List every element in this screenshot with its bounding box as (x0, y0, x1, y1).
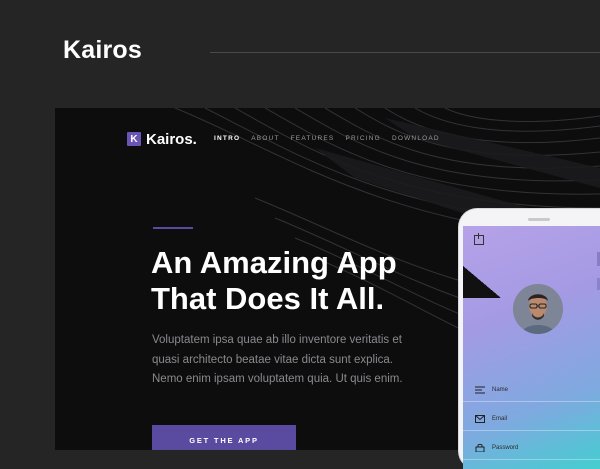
share-icon[interactable] (474, 233, 484, 245)
nav-about[interactable]: ABOUT (251, 135, 279, 142)
menu-icon (475, 386, 485, 394)
nav-pricing[interactable]: PRICING (345, 135, 381, 142)
phone-speaker (528, 218, 550, 221)
logo-text: Kairos. (146, 130, 197, 148)
outer-title: Kairos (63, 36, 143, 64)
corner-shape (463, 266, 501, 298)
hero-headline: An Amazing App That Does It All. (151, 245, 441, 317)
password-field-label: Password (492, 445, 519, 451)
headline-line-2: That Does It All. (151, 281, 385, 316)
password-field[interactable]: Password (463, 437, 600, 460)
email-field-label: Email (492, 416, 508, 422)
avatar (513, 284, 563, 334)
title-divider (210, 52, 600, 53)
hero-accent-line (153, 227, 193, 229)
phone-mockup: Name Email Password (459, 209, 600, 469)
mail-icon (475, 415, 485, 423)
phone-screen: Name Email Password (463, 226, 600, 469)
name-field-label: Name (492, 387, 509, 393)
get-the-app-button[interactable]: GET THE APP (152, 425, 296, 450)
name-field[interactable]: Name (463, 379, 600, 402)
site-logo[interactable]: K Kairos. (127, 130, 197, 148)
site-nav: INTRO ABOUT FEATURES PRICING DOWNLOAD (214, 135, 440, 142)
lock-icon (475, 444, 485, 452)
email-field[interactable]: Email (463, 408, 600, 431)
logo-mark: K (127, 132, 141, 146)
nav-features[interactable]: FEATURES (291, 135, 335, 142)
hero-description: Voluptatem ipsa quae ab illo inventore v… (152, 334, 403, 385)
nav-download[interactable]: DOWNLOAD (392, 135, 440, 142)
nav-intro[interactable]: INTRO (214, 135, 240, 142)
headline-line-1: An Amazing App (151, 245, 397, 280)
person-portrait-icon (513, 284, 563, 334)
